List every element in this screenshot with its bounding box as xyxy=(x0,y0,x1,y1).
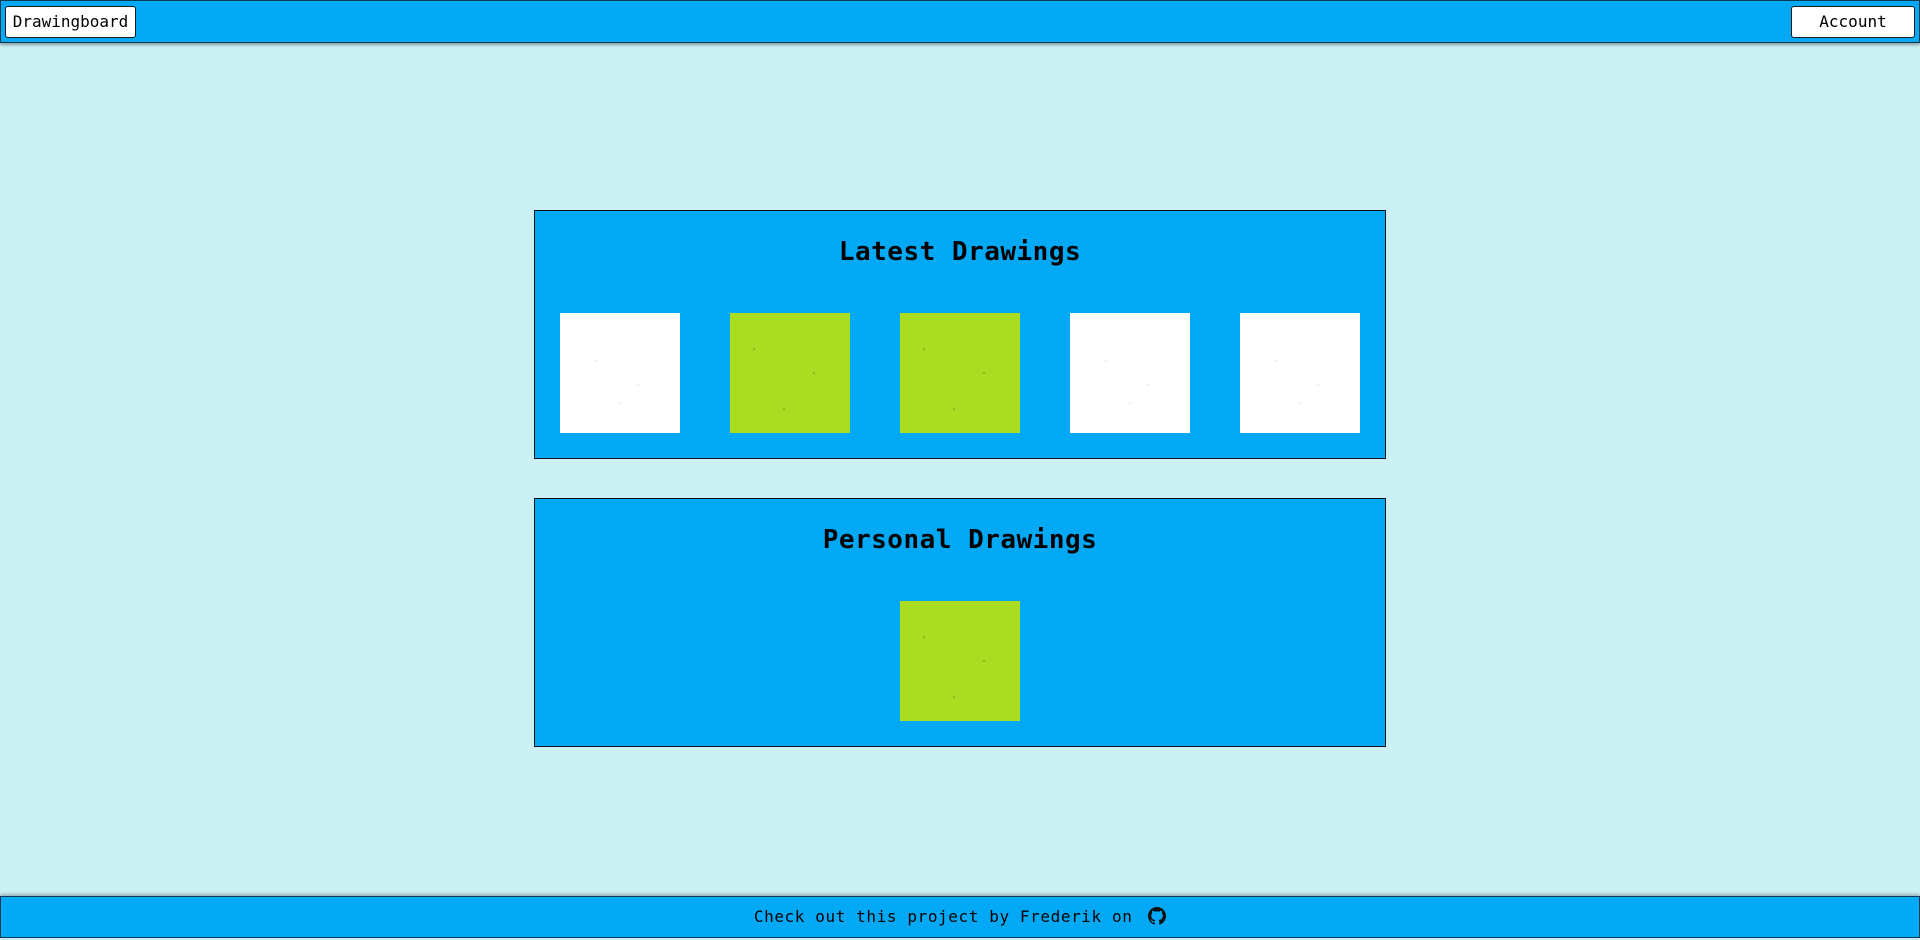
footer-text: Check out this project by Frederik on xyxy=(753,907,1133,926)
github-icon[interactable] xyxy=(1148,900,1167,925)
drawing-thumbnail[interactable] xyxy=(560,313,680,433)
personal-drawings-title: Personal Drawings xyxy=(822,525,1098,555)
personal-drawings-panel: Personal Drawings xyxy=(534,498,1386,747)
home-button[interactable]: Drawingboard xyxy=(5,6,136,38)
drawing-thumbnail[interactable] xyxy=(730,313,850,433)
drawing-thumbnail[interactable] xyxy=(1240,313,1360,433)
latest-drawings-title: Latest Drawings xyxy=(838,237,1082,267)
drawing-thumbnail[interactable] xyxy=(1070,313,1190,433)
drawing-thumbnail[interactable] xyxy=(900,601,1020,721)
account-button[interactable]: Account xyxy=(1791,6,1915,38)
latest-drawings-list xyxy=(535,313,1385,433)
drawing-thumbnail[interactable] xyxy=(900,313,1020,433)
footer: Check out this project by Frederik on xyxy=(0,896,1920,938)
latest-drawings-panel: Latest Drawings xyxy=(534,210,1386,459)
top-navbar: Drawingboard Account xyxy=(0,0,1920,43)
personal-drawings-list xyxy=(535,601,1385,721)
